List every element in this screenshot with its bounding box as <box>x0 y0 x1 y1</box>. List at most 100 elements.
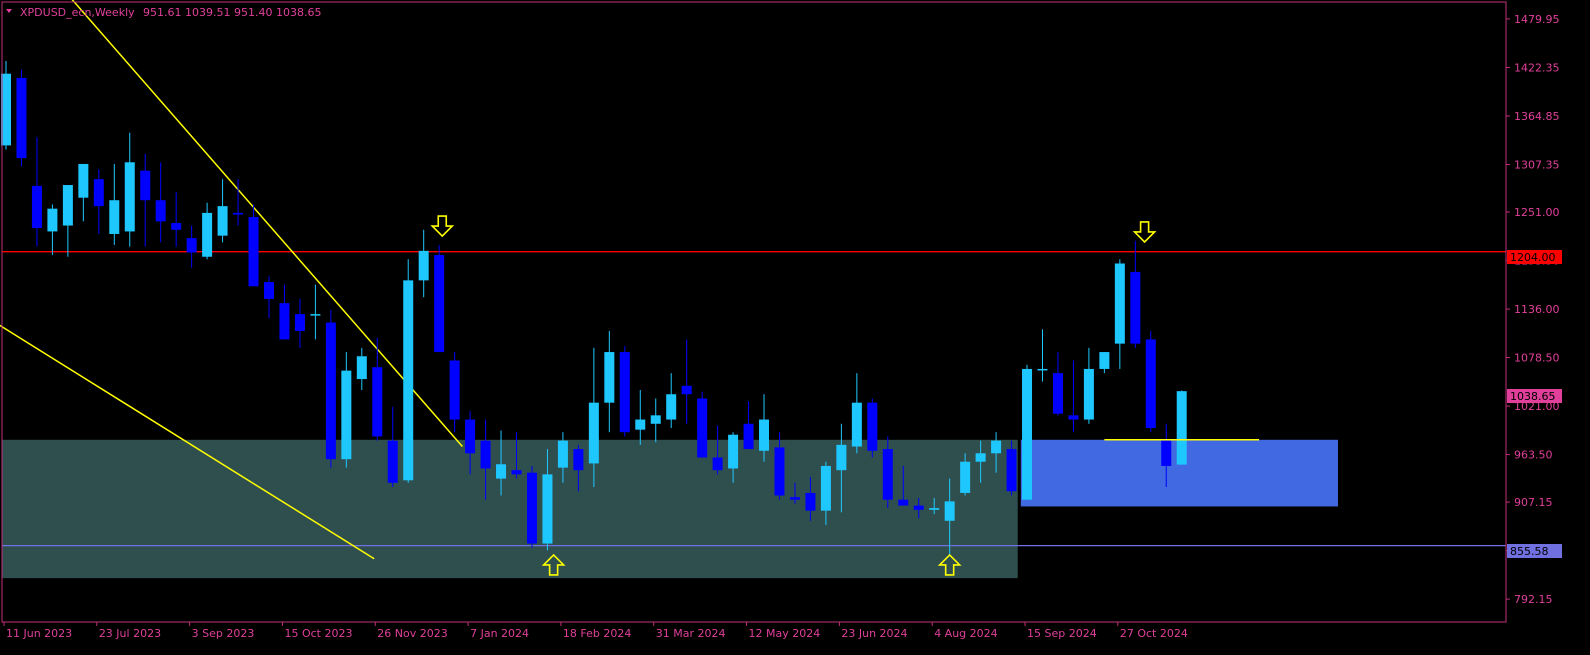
candle-body-76 <box>1176 391 1187 465</box>
candle-body-71 <box>1099 352 1110 369</box>
candle-body-22 <box>341 370 352 460</box>
candle-body-5 <box>78 163 89 198</box>
candle-body-9 <box>140 170 151 201</box>
candle-body-41 <box>635 419 646 430</box>
candle-body-19 <box>294 314 305 331</box>
x-tick-label-0: 11 Jun 2023 <box>6 627 72 640</box>
x-tick-label-10: 4 Aug 2024 <box>934 627 997 640</box>
x-tick-label-6: 18 Feb 2024 <box>563 627 631 640</box>
x-tick-label-2: 3 Sep 2023 <box>192 627 255 640</box>
candle-body-56 <box>867 402 878 451</box>
candle-body-54 <box>836 444 847 471</box>
candle-body-29 <box>449 360 460 420</box>
y-tick-label-9: 963.50 <box>1514 449 1553 462</box>
candle-body-31 <box>480 440 491 469</box>
y-tick-label-1: 1422.35 <box>1514 62 1560 75</box>
candle-body-32 <box>496 464 507 479</box>
candle-body-3 <box>47 208 58 232</box>
support-price-tag: 855.58 <box>1510 545 1549 558</box>
symbol-label: XPDUSD_ecn,Weekly <box>20 6 135 19</box>
candle-body-26 <box>403 280 414 481</box>
candle-body-33 <box>511 470 522 475</box>
y-tick-label-3: 1307.35 <box>1514 159 1560 172</box>
x-tick-label-7: 31 Mar 2024 <box>656 627 726 640</box>
candle-body-62 <box>960 461 971 493</box>
candle-body-57 <box>882 449 893 500</box>
candle-body-69 <box>1068 415 1079 420</box>
candle-body-21 <box>325 322 336 460</box>
candle-body-49 <box>759 419 770 451</box>
x-tick-label-3: 15 Oct 2023 <box>284 627 352 640</box>
y-tick-label-0: 1479.95 <box>1514 13 1560 26</box>
candle-body-51 <box>789 497 800 500</box>
candle-body-30 <box>465 419 476 454</box>
candle-body-68 <box>1052 373 1063 414</box>
x-tick-label-12: 27 Oct 2024 <box>1120 627 1188 640</box>
candle-body-36 <box>557 440 568 468</box>
y-tick-label-10: 907.15 <box>1514 496 1553 509</box>
candle-body-60 <box>929 508 940 510</box>
candle-body-39 <box>604 352 615 403</box>
y-tick-label-7: 1078.50 <box>1514 352 1560 365</box>
candle-body-53 <box>820 465 831 511</box>
candle-body-11 <box>171 223 182 230</box>
candle-body-43 <box>666 394 677 420</box>
x-tick-label-11: 15 Sep 2024 <box>1027 627 1097 640</box>
candle-body-45 <box>697 398 708 458</box>
x-tick-label-1: 23 Jul 2023 <box>99 627 161 640</box>
candle-body-8 <box>124 162 135 232</box>
candle-body-20 <box>310 314 321 316</box>
candle-body-18 <box>279 303 290 340</box>
candle-body-17 <box>263 282 274 299</box>
resistance-price-tag: 1204.00 <box>1510 251 1556 264</box>
candle-body-42 <box>650 415 661 424</box>
y-tick-label-12: 792.15 <box>1514 593 1553 606</box>
candle-body-1 <box>16 77 27 159</box>
candle-body-13 <box>202 212 213 257</box>
candle-body-72 <box>1114 263 1125 344</box>
candle-body-65 <box>1006 449 1017 492</box>
candle-body-40 <box>619 352 630 433</box>
candle-body-44 <box>681 385 692 395</box>
candle-body-28 <box>434 255 445 353</box>
zone-rect-0 <box>2 439 1018 579</box>
x-tick-label-5: 7 Jan 2024 <box>470 627 529 640</box>
candle-body-48 <box>743 423 754 450</box>
candle-body-12 <box>186 238 197 253</box>
candle-body-4 <box>62 185 73 226</box>
candle-body-61 <box>944 501 955 521</box>
candle-body-16 <box>248 217 259 287</box>
candle-body-6 <box>93 179 104 207</box>
candle-body-63 <box>975 453 986 462</box>
candle-body-70 <box>1083 368 1094 420</box>
ohlc-values: 951.61 1039.51 951.40 1038.65 <box>143 6 321 19</box>
candle-body-15 <box>233 212 244 215</box>
candle-body-58 <box>898 499 909 506</box>
candle-body-24 <box>372 367 383 437</box>
candle-body-14 <box>217 206 228 236</box>
candle-body-55 <box>851 402 862 447</box>
candle-body-66 <box>1022 368 1033 500</box>
candle-body-74 <box>1145 339 1156 428</box>
candle-body-10 <box>155 200 166 222</box>
candle-body-50 <box>774 447 785 496</box>
x-tick-label-9: 23 Jun 2024 <box>841 627 907 640</box>
candle-body-75 <box>1161 440 1172 466</box>
candle-body-47 <box>728 434 739 469</box>
candle-body-34 <box>526 472 537 544</box>
candle-body-46 <box>712 457 723 471</box>
y-tick-label-4: 1251.00 <box>1514 206 1560 219</box>
current-price-tag: 1038.65 <box>1510 390 1556 403</box>
x-tick-label-8: 12 May 2024 <box>749 627 821 640</box>
candle-body-25 <box>387 440 398 483</box>
price-chart[interactable]: 1479.951422.351364.851307.351251.001193.… <box>0 0 1590 655</box>
chart-header: XPDUSD_ecn,Weekly 951.61 1039.51 951.40 … <box>6 6 321 19</box>
candle-body-2 <box>31 185 42 229</box>
y-tick-label-6: 1136.00 <box>1514 303 1560 316</box>
candle-body-52 <box>805 492 816 511</box>
candle-body-23 <box>356 356 367 380</box>
candle-body-38 <box>588 402 599 464</box>
candle-body-7 <box>109 200 120 234</box>
candle-body-73 <box>1130 271 1141 344</box>
candle-body-64 <box>991 440 1002 454</box>
